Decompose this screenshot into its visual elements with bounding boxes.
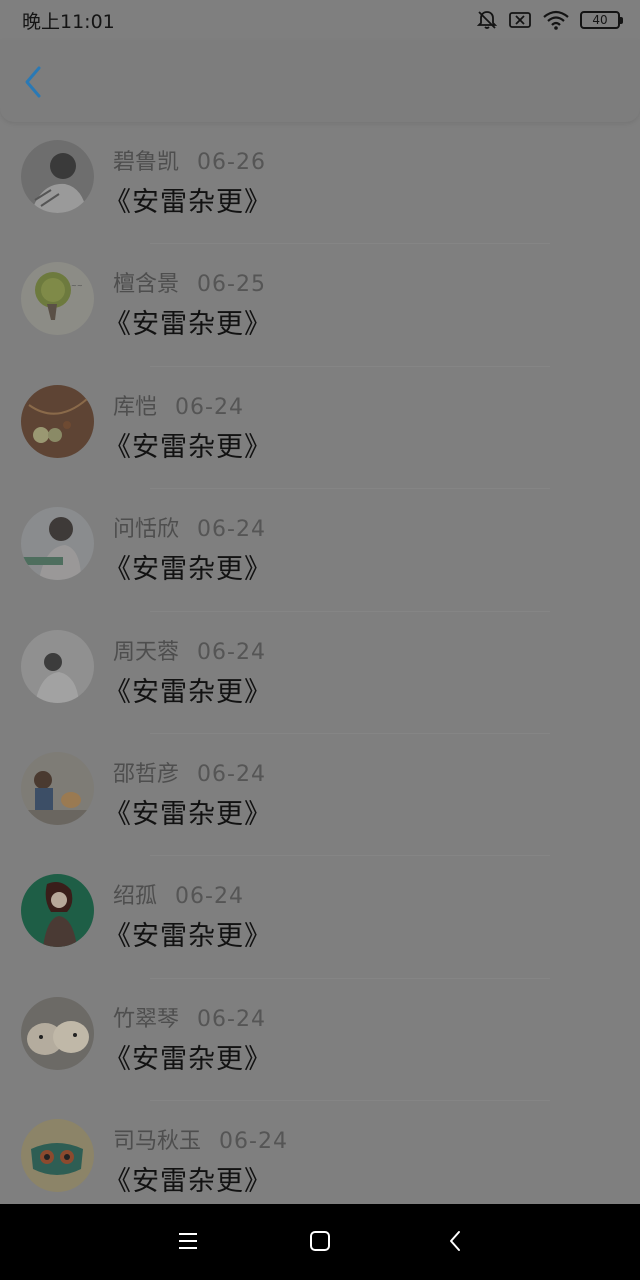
bell-muted-icon: [476, 9, 498, 31]
avatar[interactable]: [21, 384, 94, 458]
post-date: 06-25: [197, 272, 266, 298]
author-name: 碧鲁凯: [113, 150, 180, 175]
post-title: 《安雷杂更》: [104, 676, 272, 708]
avatar[interactable]: [21, 507, 94, 581]
post-title: 《安雷杂更》: [104, 554, 272, 586]
status-icons: 40: [476, 9, 623, 31]
post-date: 06-24: [175, 884, 244, 910]
home-square-icon: [309, 1230, 331, 1256]
home-button[interactable]: [305, 1228, 335, 1258]
list-item[interactable]: 竹翠琴 06-24 《安雷杂更》: [0, 979, 640, 1102]
post-title: 《安雷杂更》: [104, 1043, 272, 1075]
author-name: 邵哲彦: [113, 761, 180, 787]
item-meta: 司马秋玉 06-24: [113, 1123, 288, 1155]
post-title: 《安雷杂更》: [104, 431, 272, 463]
post-title: 《安雷杂更》: [104, 187, 272, 218]
menu-button[interactable]: [173, 1228, 203, 1258]
avatar[interactable]: [21, 1119, 94, 1193]
status-time: 晚上11:01: [22, 10, 115, 33]
sim-none-icon: [508, 10, 532, 30]
avatar[interactable]: [21, 751, 94, 825]
author-name: 竹翠琴: [113, 1006, 180, 1032]
post-date: 06-24: [197, 761, 266, 787]
item-meta: 竹翠琴 06-24: [113, 1001, 266, 1033]
author-name: 绍孤: [113, 884, 158, 910]
post-title: 《安雷杂更》: [104, 798, 272, 830]
author-name: 库恺: [113, 394, 158, 420]
header-bar: [0, 40, 640, 122]
menu-icon: [177, 1231, 199, 1255]
svg-text:~~: ~~: [71, 282, 83, 290]
wifi-icon: [542, 9, 570, 31]
screen: 晚上11:01 40 碧鲁凯 06-26 《安雷杂更》 ~~ 檀含景 06-25…: [0, 0, 640, 1280]
item-meta: 库恺 06-24: [113, 389, 244, 421]
avatar[interactable]: ~~: [21, 262, 94, 336]
item-meta: 碧鲁凯 06-26: [113, 144, 266, 176]
author-name: 檀含景: [113, 272, 180, 298]
post-date: 06-24: [219, 1129, 288, 1155]
author-name: 周天蓉: [113, 639, 180, 665]
back-nav-button[interactable]: [440, 1228, 470, 1258]
item-meta: 檀含景 06-25: [113, 266, 266, 298]
list-item[interactable]: 司马秋玉 06-24 《安雷杂更》: [0, 1101, 640, 1204]
message-list: 碧鲁凯 06-26 《安雷杂更》 ~~ 檀含景 06-25 《安雷杂更》 库恺 …: [0, 122, 640, 1204]
list-item[interactable]: ~~ 檀含景 06-25 《安雷杂更》: [0, 244, 640, 367]
post-title: 《安雷杂更》: [104, 921, 272, 953]
back-chevron-icon: [447, 1230, 463, 1256]
chevron-left-icon: [23, 65, 45, 103]
avatar[interactable]: [21, 874, 94, 948]
author-name: 问恬欣: [113, 517, 180, 543]
post-title: 《安雷杂更》: [104, 1166, 272, 1198]
status-bar: 晚上11:01 40: [0, 0, 640, 40]
post-date: 06-26: [197, 150, 266, 175]
system-nav-bar: [0, 1204, 640, 1280]
battery-icon: 40: [580, 11, 623, 29]
post-date: 06-24: [175, 394, 244, 420]
post-title: 《安雷杂更》: [104, 309, 272, 341]
back-button[interactable]: [16, 64, 52, 104]
avatar[interactable]: [21, 996, 94, 1070]
avatar[interactable]: [21, 140, 94, 213]
post-date: 06-24: [197, 1006, 266, 1032]
list-item[interactable]: 绍孤 06-24 《安雷杂更》: [0, 856, 640, 979]
list-item[interactable]: 周天蓉 06-24 《安雷杂更》: [0, 612, 640, 734]
list-item[interactable]: 问恬欣 06-24 《安雷杂更》: [0, 489, 640, 612]
item-meta: 绍孤 06-24: [113, 878, 244, 910]
item-meta: 邵哲彦 06-24: [113, 756, 266, 788]
list-item[interactable]: 库恺 06-24 《安雷杂更》: [0, 367, 640, 490]
item-meta: 问恬欣 06-24: [113, 511, 266, 543]
post-date: 06-24: [197, 517, 266, 543]
author-name: 司马秋玉: [113, 1129, 202, 1155]
list-item[interactable]: 碧鲁凯 06-26 《安雷杂更》: [0, 122, 640, 245]
avatar[interactable]: [21, 629, 94, 703]
post-date: 06-24: [197, 639, 266, 665]
list-item[interactable]: 邵哲彦 06-24 《安雷杂更》: [0, 734, 640, 857]
item-meta: 周天蓉 06-24: [113, 634, 266, 666]
